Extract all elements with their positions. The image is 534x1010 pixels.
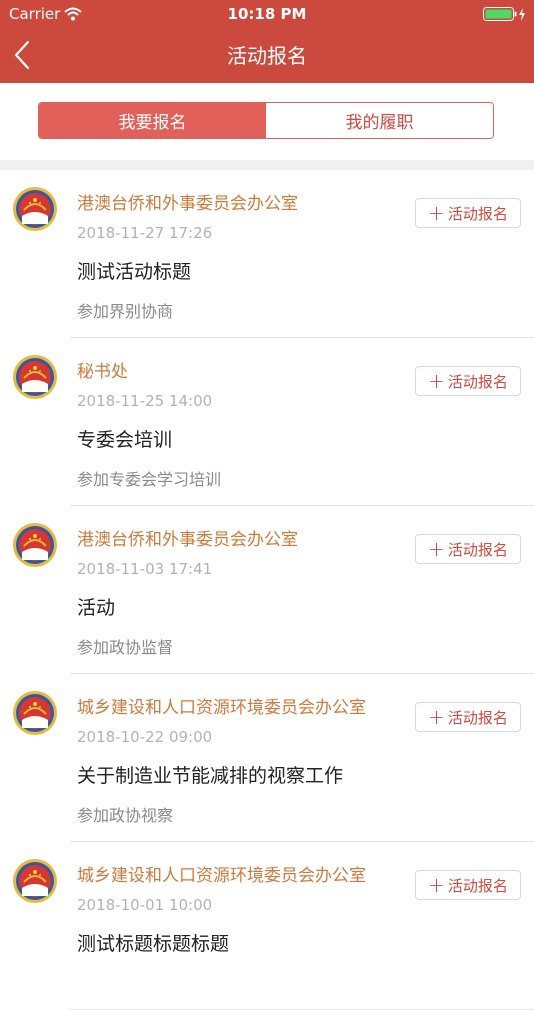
activity-list-item[interactable]: 秘书处 2018-11-25 14:00 专委会培训 参加专委会学习培训 + 活…: [0, 338, 534, 506]
plus-icon: +: [428, 705, 445, 729]
status-time: 10:18 PM: [227, 5, 307, 23]
signup-label: 活动报名: [447, 372, 508, 391]
organization-name: 秘书处: [77, 362, 128, 382]
battery-icon: [483, 7, 527, 27]
activity-date: 2018-11-27 17:26: [77, 224, 213, 242]
section-gap: [0, 160, 534, 170]
activity-type: 参加界别协商: [77, 302, 174, 321]
cppcc-emblem-avatar: [12, 858, 58, 904]
activity-date: 2018-11-03 17:41: [77, 560, 213, 578]
activity-signup-button[interactable]: + 活动报名: [415, 534, 521, 564]
tab-sign-up[interactable]: 我要报名: [39, 103, 266, 138]
activity-title: 活动: [77, 597, 116, 619]
activity-title: 测试标题标题标题: [77, 933, 230, 955]
activity-title: 专委会培训: [77, 429, 173, 451]
activity-type: 参加政协监督: [77, 638, 174, 657]
tab-my-duties[interactable]: 我的履职: [266, 103, 493, 138]
activity-title: 关于制造业节能减排的视察工作: [77, 765, 344, 787]
activity-title: 测试活动标题: [77, 261, 192, 283]
activity-type: 参加专委会学习培训: [77, 470, 222, 489]
header: Carrier 10:18 PM 活动报名: [0, 0, 534, 83]
cppcc-emblem-avatar: [12, 354, 58, 400]
activity-list-item[interactable]: 城乡建设和人口资源环境委员会办公室 2018-10-01 10:00 测试标题标…: [0, 842, 534, 1010]
activity-list-item[interactable]: 城乡建设和人口资源环境委员会办公室 2018-10-22 09:00 关于制造业…: [0, 674, 534, 842]
status-bar: Carrier 10:18 PM: [0, 0, 534, 28]
signup-label: 活动报名: [447, 204, 508, 223]
page-title: 活动报名: [227, 44, 307, 68]
organization-name: 港澳台侨和外事委员会办公室: [77, 194, 298, 214]
activity-signup-button[interactable]: + 活动报名: [415, 198, 521, 228]
organization-name: 城乡建设和人口资源环境委员会办公室: [77, 698, 366, 718]
activity-type: 参加政协视察: [77, 806, 174, 825]
activity-date: 2018-10-01 10:00: [77, 896, 213, 914]
cppcc-emblem-avatar: [12, 690, 58, 736]
plus-icon: +: [428, 201, 445, 225]
activity-list-item[interactable]: 港澳台侨和外事委员会办公室 2018-11-27 17:26 测试活动标题 参加…: [0, 170, 534, 338]
plus-icon: +: [428, 537, 445, 561]
organization-name: 港澳台侨和外事委员会办公室: [77, 530, 298, 550]
segmented-control: 我要报名 我的履职: [38, 102, 494, 139]
signup-label: 活动报名: [447, 876, 508, 895]
organization-name: 城乡建设和人口资源环境委员会办公室: [77, 866, 366, 886]
activity-list: 港澳台侨和外事委员会办公室 2018-11-27 17:26 测试活动标题 参加…: [0, 170, 534, 1010]
plus-icon: +: [428, 369, 445, 393]
cppcc-emblem-avatar: [12, 186, 58, 232]
signup-label: 活动报名: [447, 708, 508, 727]
activity-signup-button[interactable]: + 活动报名: [415, 870, 521, 900]
cppcc-emblem-avatar: [12, 522, 58, 568]
plus-icon: +: [428, 873, 445, 897]
nav-bar: 活动报名: [0, 28, 534, 83]
activity-signup-button[interactable]: + 活动报名: [415, 366, 521, 396]
activity-signup-button[interactable]: + 活动报名: [415, 702, 521, 732]
activity-list-item[interactable]: 港澳台侨和外事委员会办公室 2018-11-03 17:41 活动 参加政协监督…: [0, 506, 534, 674]
activity-date: 2018-11-25 14:00: [77, 392, 213, 410]
signup-label: 活动报名: [447, 540, 508, 559]
activity-date: 2018-10-22 09:00: [77, 728, 213, 746]
segment-area: 我要报名 我的履职: [0, 83, 534, 160]
